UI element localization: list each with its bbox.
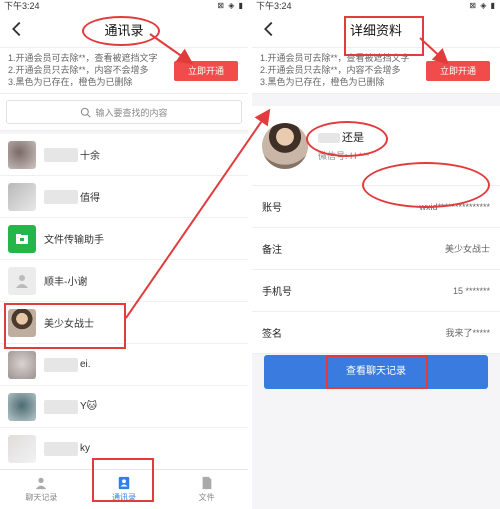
contact-name: ei.	[80, 359, 91, 370]
contact-name: 值得	[80, 193, 100, 204]
profile-card: 还是 微信号: H ***	[252, 106, 500, 186]
nav-bar: 通讯录	[0, 12, 248, 48]
chevron-left-icon	[12, 21, 21, 37]
activate-now-button[interactable]: 立即开通	[174, 61, 238, 81]
back-button[interactable]	[258, 18, 280, 40]
contact-name: 顺丰-小谢	[44, 277, 88, 288]
field-label: 备注	[262, 245, 282, 256]
contacts-screen: 下午3:24 ⊠ ◈ ▮ 通讯录 1.开通会员可去除**，查看被遮挡文字 2.开…	[0, 0, 248, 509]
field-value: 美少女战士	[444, 244, 490, 254]
field-value: 我来了*****	[445, 328, 490, 338]
tab-files[interactable]: 文件	[165, 470, 248, 509]
field-value: 15 *******	[452, 285, 490, 296]
contact-row[interactable]: ky	[0, 428, 248, 470]
search-bar: 输入要查找的内容	[0, 94, 248, 131]
tab-label: 文件	[198, 493, 215, 502]
chevron-left-icon	[264, 21, 273, 37]
tab-bar: 聊天记录 通讯录 文件	[0, 469, 248, 509]
contact-name: 美少女战士	[44, 319, 94, 330]
contact-row-selected[interactable]: 美少女战士	[0, 302, 248, 344]
avatar	[262, 122, 308, 169]
tab-label: 聊天记录	[25, 493, 58, 502]
contact-name: Y🐱	[80, 401, 98, 412]
field-account: 账号 wxid***************	[252, 186, 500, 228]
contact-row[interactable]: 值得	[0, 176, 248, 218]
blurred-name	[44, 147, 78, 162]
field-signature: 签名 我来了*****	[252, 312, 500, 354]
avatar	[8, 224, 36, 253]
avatar	[8, 308, 36, 337]
status-time: 下午3:24	[4, 1, 40, 11]
nav-bar: 详细资料	[252, 12, 500, 48]
avatar	[8, 392, 36, 421]
avatar	[8, 434, 36, 463]
field-label: 账号	[262, 203, 282, 214]
profile-name-text: 还是	[342, 132, 364, 144]
blurred-name	[44, 357, 78, 372]
blurred-name	[318, 133, 340, 144]
page-title: 通讯录	[104, 23, 144, 38]
field-phone: 手机号 15 *******	[252, 270, 500, 312]
field-label: 签名	[262, 329, 282, 340]
avatar	[8, 140, 36, 169]
contact-name: 文件传输助手	[44, 235, 104, 246]
contact-list: 十余 值得 文件传输助手 顺丰-小谢 美少女战士 ei. Y🐱 ky	[0, 134, 248, 470]
membership-promo: 1.开通会员可去除**，查看被遮挡文字 2.开通会员只去除**，内容不会增多 3…	[252, 48, 500, 94]
search-placeholder: 输入要查找的内容	[95, 107, 168, 118]
tab-label: 通讯录	[112, 493, 136, 502]
contact-name: ky	[80, 443, 90, 454]
field-remark: 备注 美少女战士	[252, 228, 500, 270]
blurred-name	[44, 399, 78, 414]
status-bar: 下午3:24 ⊠ ◈ ▮	[0, 0, 248, 12]
folder-icon	[16, 233, 28, 244]
profile-screen: 下午3:24 ⊠ ◈ ▮ 详细资料 1.开通会员可去除**，查看被遮挡文字 2.…	[252, 0, 500, 509]
contacts-icon	[118, 476, 130, 490]
wechat-id: 微信号: H ***	[318, 151, 370, 161]
person-icon	[16, 274, 28, 288]
back-button[interactable]	[6, 18, 28, 40]
status-bar: 下午3:24 ⊠ ◈ ▮	[252, 0, 500, 12]
blurred-name	[44, 441, 78, 456]
contact-name: 十余	[80, 151, 100, 162]
contact-row[interactable]: ei.	[0, 344, 248, 386]
status-time: 下午3:24	[256, 1, 292, 11]
field-value: wxid***************	[419, 201, 490, 212]
person-icon	[36, 477, 47, 490]
profile-fields: 账号 wxid*************** 备注 美少女战士 手机号 15 ****…	[252, 186, 500, 354]
view-chat-history-button[interactable]: 查看聊天记录	[264, 355, 488, 389]
avatar	[8, 182, 36, 211]
file-icon	[202, 476, 212, 490]
tab-contacts[interactable]: 通讯录	[83, 470, 166, 509]
page-title: 详细资料	[349, 23, 402, 38]
blurred-name	[44, 189, 78, 204]
avatar	[8, 266, 36, 295]
status-icons: ⊠ ◈ ▮	[217, 1, 244, 10]
status-icons: ⊠ ◈ ▮	[469, 1, 496, 10]
contact-row[interactable]: 十余	[0, 134, 248, 176]
activate-now-button[interactable]: 立即开通	[426, 61, 490, 81]
contact-row[interactable]: 顺丰-小谢	[0, 260, 248, 302]
contact-row[interactable]: 文件传输助手	[0, 218, 248, 260]
tab-chat-history[interactable]: 聊天记录	[0, 470, 83, 509]
contact-row[interactable]: Y🐱	[0, 386, 248, 428]
avatar	[8, 350, 36, 379]
field-label: 手机号	[262, 287, 292, 298]
search-icon	[81, 107, 92, 118]
search-input[interactable]: 输入要查找的内容	[6, 100, 242, 124]
membership-promo: 1.开通会员可去除**，查看被遮挡文字 2.开通会员只去除**，内容不会增多 3…	[0, 48, 248, 94]
profile-name: 还是	[318, 129, 370, 145]
